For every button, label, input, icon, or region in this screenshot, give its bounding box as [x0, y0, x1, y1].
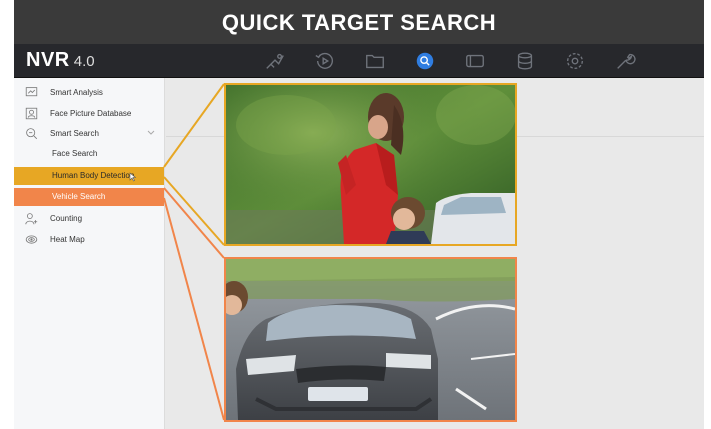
vehicle-search-image — [224, 257, 517, 422]
human-body-detection-image — [224, 83, 517, 246]
screenshot-frame: QUICK TARGET SEARCH NVR 4.0 Smart Analys… — [14, 0, 704, 429]
